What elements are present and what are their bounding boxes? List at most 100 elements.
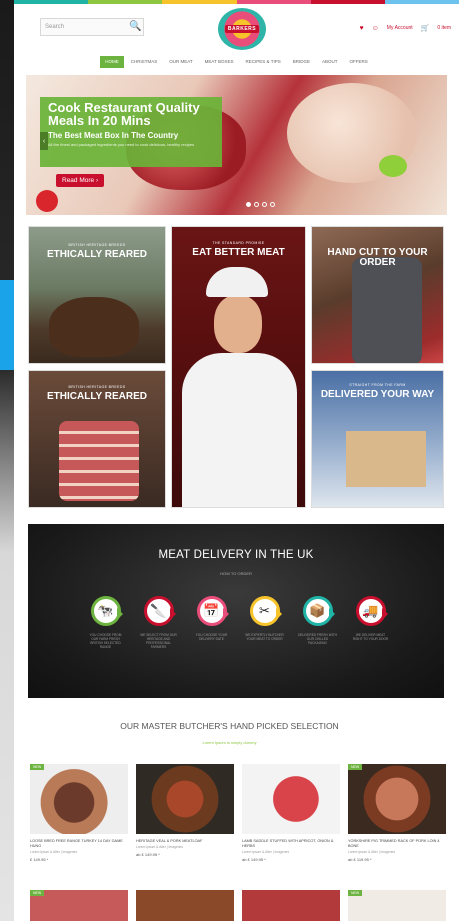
delivery-step-label: We deliver meat right to your door — [352, 633, 389, 641]
product-image[interactable] — [242, 890, 340, 921]
tile-ethically-reared-2[interactable]: British heritage breeds Ethically Reared — [28, 370, 166, 508]
product-meta: Lorem Ipsum & Alter | Imagenes — [348, 850, 396, 854]
nav-meat-boxes[interactable]: Meat Boxes — [200, 56, 239, 68]
slider-dot[interactable] — [246, 202, 251, 207]
nav-christmas[interactable]: Christmas — [126, 56, 163, 68]
chef-face — [214, 295, 262, 353]
tile-small-text: The standard promise — [212, 241, 265, 245]
product-image[interactable]: NEW — [348, 890, 446, 921]
product-card[interactable]: NEW Yorkshire pig trimmed rack of pork l… — [348, 764, 446, 862]
delivery-step-label: Delivered fresh with our chilled packagi… — [298, 633, 337, 645]
delivery-step-label: You choose your delivery date — [195, 633, 228, 641]
read-more-button[interactable]: Read More › — [56, 174, 105, 187]
feature-tiles: British heritage breeds Ethically Reared… — [28, 226, 444, 508]
butcher-image — [352, 257, 422, 363]
delivery-step: ✂ We expertly butcher your meat to order — [245, 596, 284, 649]
tile-heading: Ethically Reared — [46, 391, 147, 402]
product-name[interactable]: Heritage Veal & Pork Meatloaf — [136, 839, 234, 844]
product-image[interactable] — [242, 764, 340, 834]
calendar-icon: 📅 — [196, 596, 229, 626]
selection-subtitle: Lorem Ipsum is simply dummy — [202, 740, 257, 745]
product-price: ab £ 149.95 * — [242, 857, 266, 862]
slider-prev-icon[interactable]: ‹ — [40, 132, 48, 150]
logo[interactable]: BARKERS — [218, 8, 266, 50]
backdrop-accent — [0, 280, 14, 370]
delivery-step: 🔪 We select from our heritage and profess… — [139, 596, 178, 649]
hero-text: All the finest and packaged ingredients … — [48, 142, 195, 147]
knife-fork-icon: ✂ — [249, 596, 282, 626]
delivery-title: MEAT DELIVERY IN THE UK — [158, 549, 314, 561]
product-name[interactable]: Lamb saddle stuffed with apricot, onion … — [242, 839, 340, 849]
delivery-section: MEAT DELIVERY IN THE UK How to order 🐄 Yo… — [28, 524, 444, 698]
slider-dot[interactable] — [262, 202, 267, 207]
delivery-box-image — [346, 431, 426, 487]
tile-heading: Ethically Reared — [46, 249, 147, 260]
product-image[interactable] — [136, 890, 234, 921]
new-badge: NEW — [348, 764, 363, 770]
slider-dot[interactable] — [270, 202, 275, 207]
cart-link[interactable]: 0 item — [437, 25, 451, 31]
delivery-step: 📅 You choose your delivery date — [192, 596, 231, 649]
delivery-step: 🚚 We deliver meat right to your door — [351, 596, 390, 649]
nav-recipes[interactable]: Recipes & Tips — [241, 56, 286, 68]
delivery-step: 📦 Delivered fresh with our chilled packag… — [298, 596, 337, 649]
new-badge: NEW — [348, 890, 363, 896]
hero-slider: Cook Restaurant Quality Meals In 20 Mins… — [26, 75, 447, 215]
delivery-step-label: We expertly butcher your meat to order — [245, 633, 284, 641]
new-badge: NEW — [30, 764, 45, 770]
nav-home[interactable]: Home — [100, 56, 124, 68]
selection-title: OUR MASTER BUTCHER'S HAND PICKED SELECTI… — [120, 721, 339, 731]
read-more-label: Read More — [62, 177, 95, 184]
hero-image-lime — [379, 155, 407, 177]
butcher-icon: 🔪 — [143, 596, 176, 626]
logo-text: BARKERS — [224, 25, 260, 33]
product-price: £ 149.95 * — [30, 857, 49, 862]
nav-our-meat[interactable]: Our Meat — [164, 56, 197, 68]
search-icon[interactable]: 🔍 — [129, 21, 141, 32]
product-name[interactable]: Loose bred free range turkey 14 day game… — [30, 839, 128, 849]
my-account-link[interactable]: My Account — [387, 25, 413, 31]
heart-icon[interactable]: ♥ — [359, 25, 363, 32]
nav-about[interactable]: About — [317, 56, 343, 68]
product-image[interactable] — [136, 764, 234, 834]
tile-hand-cut[interactable]: Hand Cut To Your Order — [311, 226, 444, 364]
nav-offers[interactable]: Offers — [344, 56, 372, 68]
header-links: ♥ ☺ My Account 🛒 0 item — [359, 24, 451, 33]
product-image[interactable]: NEW — [348, 764, 446, 834]
cart-icon[interactable]: 🛒 — [421, 24, 430, 32]
delivery-step-label: We select from our heritage and professi… — [140, 633, 177, 649]
product-image[interactable]: NEW — [30, 890, 128, 921]
delivery-step-label: You choose from our farm fresh British s… — [89, 633, 122, 649]
tile-heading: Delivered Your Way — [320, 389, 435, 400]
product-meta: Lorem Ipsum & Alter | Imagenes — [30, 850, 78, 854]
product-name[interactable]: Yorkshire pig trimmed rack of pork loin … — [348, 839, 446, 849]
tile-heading: Hand Cut To Your Order — [327, 247, 428, 268]
lamb-ribs-image — [59, 421, 139, 501]
hero-image-tomato — [36, 190, 58, 212]
tile-small-text: British heritage breeds — [68, 385, 126, 389]
chef-hat — [206, 267, 268, 297]
hero-subtitle: The Best Meat Box In The Country — [48, 131, 179, 140]
product-card[interactable]: NEW Loose bred free range turkey 14 day … — [30, 764, 128, 862]
tile-heading: Eat Better Meat — [192, 247, 285, 258]
chef-image — [182, 353, 297, 507]
header: Search 🔍 BARKERS ♥ ☺ My Account 🛒 0 item — [14, 4, 459, 54]
hero-caption: Cook Restaurant Quality Meals In 20 Mins… — [40, 97, 222, 167]
user-icon[interactable]: ☺ — [372, 25, 379, 32]
product-meta: Lorem Ipsum & Alter | Imagenes — [242, 850, 290, 854]
tile-eat-better-meat[interactable]: The standard promise Eat Better Meat — [171, 226, 306, 508]
tile-small-text: Straight from the farm — [349, 383, 406, 387]
product-card[interactable]: Heritage Veal & Pork Meatloaf Lorem Ipsu… — [136, 764, 234, 857]
hero-title: Cook Restaurant Quality Meals In 20 Mins — [48, 100, 200, 128]
product-image[interactable]: NEW — [30, 764, 128, 834]
tile-small-text: British heritage breeds — [68, 243, 126, 247]
product-price: ab £ 149.95 * — [136, 852, 160, 857]
box-icon: 📦 — [302, 596, 335, 626]
tile-ethically-reared[interactable]: British heritage breeds Ethically Reared — [28, 226, 166, 364]
delivery-subtitle: How to order — [220, 571, 252, 576]
product-card[interactable]: Lamb saddle stuffed with apricot, onion … — [242, 764, 340, 862]
highland-cow-image — [49, 297, 139, 357]
slider-dot[interactable] — [254, 202, 259, 207]
nav-bridge[interactable]: Bridge — [288, 56, 315, 68]
tile-delivered[interactable]: Straight from the farm Delivered Your Wa… — [311, 370, 444, 508]
